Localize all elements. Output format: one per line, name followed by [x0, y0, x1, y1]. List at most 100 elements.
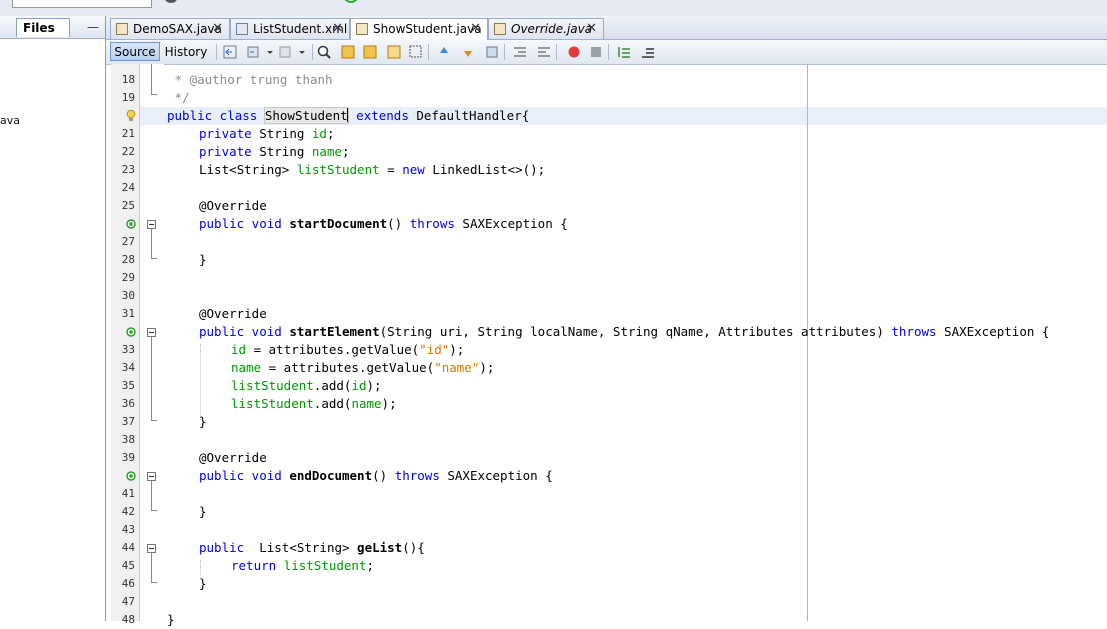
- code-text: );: [381, 396, 397, 411]
- code-line-26[interactable]: public void startDocument() throws SAXEx…: [167, 215, 568, 233]
- code-text: SAXException {: [936, 324, 1050, 339]
- annotation-text: @Override: [199, 450, 267, 465]
- code-line-32[interactable]: public void startElement(String uri, Str…: [167, 323, 1049, 341]
- java-file-icon: [494, 23, 506, 35]
- rect-selection-icon[interactable]: [408, 44, 424, 60]
- keyword-text: throws: [394, 468, 440, 483]
- code-text: SAXException {: [454, 216, 568, 231]
- chevron-down-icon[interactable]: [296, 44, 312, 60]
- close-icon[interactable]: ✕: [470, 19, 481, 39]
- field-text: name: [231, 360, 262, 375]
- fold-guide: [151, 94, 157, 95]
- debug-icon[interactable]: [304, 0, 322, 7]
- tab-showstudent[interactable]: ShowStudent.java ✕: [350, 18, 488, 40]
- field-text: id: [351, 378, 367, 393]
- code-line-22[interactable]: private String name;: [167, 143, 350, 161]
- close-icon[interactable]: ✕: [586, 19, 597, 39]
- next-bookmark-icon[interactable]: [460, 44, 476, 60]
- code-line-31[interactable]: @Override: [167, 305, 267, 323]
- lightbulb-icon[interactable]: [126, 109, 136, 121]
- override-marker-icon[interactable]: [126, 327, 136, 337]
- files-panel-header: Files —: [0, 16, 105, 39]
- code-text: List<String>: [199, 162, 297, 177]
- fold-toggle[interactable]: [147, 220, 156, 229]
- start-macro-icon[interactable]: [566, 44, 582, 60]
- toggle-highlight-icon[interactable]: [386, 44, 402, 60]
- code-line-39[interactable]: @Override: [167, 449, 267, 467]
- code-line-33[interactable]: id = attributes.getValue("id");: [167, 341, 464, 359]
- close-icon[interactable]: ✕: [332, 19, 343, 39]
- history-button[interactable]: History: [162, 42, 210, 61]
- files-tab[interactable]: Files: [16, 18, 70, 37]
- code-line-35[interactable]: listStudent.add(id);: [167, 377, 382, 395]
- fold-toggle[interactable]: [147, 328, 156, 337]
- code-line-37[interactable]: }: [167, 413, 207, 431]
- shift-left-icon[interactable]: [512, 44, 528, 60]
- field-text: id: [311, 126, 327, 141]
- tab-override[interactable]: Override.java ✕: [488, 18, 604, 39]
- shift-right-icon[interactable]: [536, 44, 552, 60]
- tab-label: DemoSAX.java: [133, 22, 222, 36]
- override-marker-icon[interactable]: [126, 219, 136, 229]
- code-line-25[interactable]: @Override: [167, 197, 267, 215]
- fold-toggle[interactable]: [147, 472, 156, 481]
- code-line-45[interactable]: return listStudent;: [167, 557, 374, 575]
- comment-icon[interactable]: [616, 44, 632, 60]
- run-icon[interactable]: [266, 0, 284, 7]
- line-number: 38: [121, 433, 135, 446]
- profile-icon[interactable]: [162, 0, 180, 7]
- toolbar-separator: [504, 44, 505, 60]
- file-tree-item[interactable]: ava: [0, 114, 20, 127]
- previous-bookmark-icon[interactable]: [436, 44, 452, 60]
- code-line-19[interactable]: */: [167, 89, 190, 107]
- back-icon[interactable]: [246, 44, 262, 60]
- code-line-34[interactable]: name = attributes.getValue("name");: [167, 359, 494, 377]
- last-edit-icon[interactable]: [222, 44, 238, 60]
- code-text: }: [199, 252, 207, 267]
- code-line-21[interactable]: private String id;: [167, 125, 335, 143]
- override-marker-icon[interactable]: [126, 471, 136, 481]
- code-line-46[interactable]: }: [167, 575, 207, 593]
- fold-guide: [151, 64, 152, 94]
- tab-liststudent[interactable]: ListStudent.xml ✕: [230, 18, 350, 39]
- code-line-28[interactable]: }: [167, 251, 207, 269]
- code-line-36[interactable]: listStudent.add(name);: [167, 395, 397, 413]
- build-icon[interactable]: [204, 0, 222, 7]
- code-text: );: [449, 342, 465, 357]
- field-text: listStudent: [283, 558, 367, 573]
- code-line-18[interactable]: * @author trung thanh: [167, 71, 333, 89]
- line-number: 41: [121, 487, 135, 500]
- tab-demosax[interactable]: DemoSAX.java ✕: [110, 18, 230, 39]
- toolbar-separator: [428, 44, 429, 60]
- tab-label: ShowStudent.java: [373, 22, 482, 36]
- main-toolbar: [0, 0, 1107, 16]
- keyword-text: public class: [167, 108, 265, 123]
- code-text: (): [387, 216, 410, 231]
- find-next-icon[interactable]: [362, 44, 378, 60]
- find-icon[interactable]: [316, 44, 332, 60]
- code-line-42[interactable]: }: [167, 503, 207, 521]
- close-icon[interactable]: ✕: [212, 19, 223, 39]
- fold-toggle[interactable]: [147, 544, 156, 553]
- search-field[interactable]: [12, 0, 152, 8]
- forward-icon[interactable]: [278, 44, 294, 60]
- code-text: = attributes.getValue(: [246, 342, 420, 357]
- stop-macro-icon[interactable]: [588, 44, 604, 60]
- keyword-text: private: [199, 144, 260, 159]
- code-line-40[interactable]: public void endDocument() throws SAXExce…: [167, 467, 553, 485]
- uncomment-icon[interactable]: [640, 44, 656, 60]
- keyword-text: public: [199, 540, 252, 555]
- clean-build-icon[interactable]: [234, 0, 252, 7]
- source-button[interactable]: Source: [110, 42, 160, 61]
- toggle-bookmark-icon[interactable]: [484, 44, 500, 60]
- code-line-48[interactable]: }: [167, 611, 175, 629]
- code-line-23[interactable]: List<String> listStudent = new LinkedLis…: [167, 161, 545, 179]
- code-line-20[interactable]: public class ShowStudent extends Default…: [167, 107, 529, 125]
- profile-run-icon[interactable]: [342, 0, 360, 7]
- find-previous-icon[interactable]: [340, 44, 356, 60]
- method-name: geList: [357, 540, 403, 555]
- code-line-44[interactable]: public List<String> geList(){: [167, 539, 425, 557]
- line-number: 25: [121, 199, 135, 212]
- line-number: 35: [121, 379, 135, 392]
- minimize-button[interactable]: —: [87, 20, 99, 34]
